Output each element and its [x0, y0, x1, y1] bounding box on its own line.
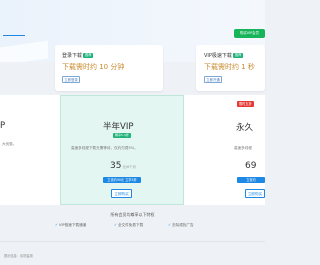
vip-download-wait: 下载需时约 1 秒 — [204, 63, 255, 71]
plan-lifetime-price: 69 — [245, 161, 257, 171]
privilege-item: ✓全文件免费下载 — [114, 223, 144, 227]
plan-left-name: P — [0, 121, 6, 131]
price-unit: 元/6个月 — [122, 165, 136, 169]
buy-vip-button[interactable]: 购买VIP会员 — [234, 29, 265, 38]
plan-half-year-tag: 畅享5.3折 — [113, 133, 131, 138]
recommend-badge: 推荐 — [83, 53, 94, 58]
plan-half-year-price: 35元/6个月 — [110, 161, 136, 171]
plan-lifetime-desc: 高速多线程 — [234, 146, 252, 150]
plan-lifetime-name: 永久 — [236, 123, 254, 133]
banner-decoration — [0, 40, 48, 62]
footer-note: 提示信息：请勿滥用 — [4, 254, 33, 258]
login-download-title: 登录下载 推荐 — [62, 53, 94, 59]
check-icon: ✓ — [168, 223, 172, 227]
privilege-item: ✓去除烦扰广告 — [168, 223, 194, 227]
plan-lifetime-saving: 立省约 — [237, 177, 265, 183]
plan-half-year-buy-button[interactable]: 立即购买 — [111, 189, 132, 198]
title-underline — [3, 35, 25, 36]
check-icon: ✓ — [55, 223, 59, 227]
plan-left-desc: 大优惠。 — [2, 142, 17, 146]
vip-download-title: VIP极速下载 推荐 — [204, 53, 244, 59]
open-vip-button[interactable]: 立即开通 — [204, 76, 222, 83]
hot-sale-badge: 限时五折 — [237, 101, 254, 107]
plan-half-year-name: 半年VIP — [103, 122, 134, 132]
privilege-item: ✓VIP极速下载通道 — [55, 223, 87, 227]
check-icon: ✓ — [114, 223, 118, 227]
plan-lifetime-buy-button[interactable]: 立即购买 — [245, 189, 265, 198]
login-button[interactable]: 立即登录 — [62, 76, 80, 83]
plan-half-year-saving: 立省约90元 立享5折 — [103, 177, 141, 183]
recommend-badge: 推荐 — [232, 53, 244, 58]
divider — [0, 241, 265, 242]
plan-half-year-desc: 高速多线程下载无需等待，仅约付费5%。 — [71, 146, 138, 150]
privileges-title: 所有会员均尊享以下特权 — [110, 212, 155, 217]
login-download-wait: 下载需时约 10 分钟 — [62, 63, 125, 71]
